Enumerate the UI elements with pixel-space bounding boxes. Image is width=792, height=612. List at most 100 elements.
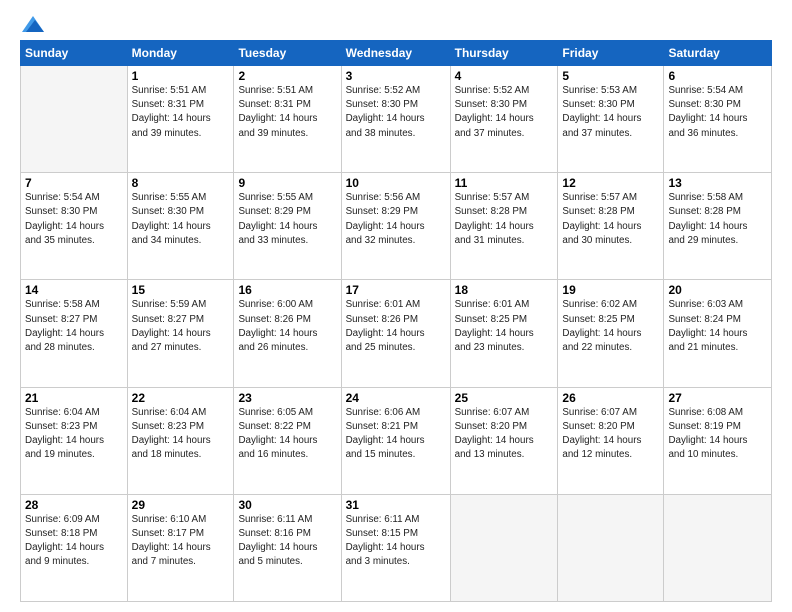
calendar-cell: 3Sunrise: 5:52 AMSunset: 8:30 PMDaylight… <box>341 66 450 173</box>
day-info: Sunrise: 6:03 AMSunset: 8:24 PMDaylight:… <box>668 298 767 355</box>
calendar-cell: 21Sunrise: 6:04 AMSunset: 8:23 PMDayligh… <box>21 387 128 494</box>
calendar-cell: 2Sunrise: 5:51 AMSunset: 8:31 PMDaylight… <box>234 66 341 173</box>
day-number: 13 <box>668 176 767 190</box>
calendar-cell: 10Sunrise: 5:56 AMSunset: 8:29 PMDayligh… <box>341 173 450 280</box>
day-number: 3 <box>346 69 446 83</box>
calendar-cell: 23Sunrise: 6:05 AMSunset: 8:22 PMDayligh… <box>234 387 341 494</box>
day-info: Sunrise: 6:01 AMSunset: 8:26 PMDaylight:… <box>346 298 446 355</box>
day-number: 6 <box>668 69 767 83</box>
day-number: 14 <box>25 283 123 297</box>
day-of-week-header: Friday <box>558 41 664 66</box>
calendar-cell: 22Sunrise: 6:04 AMSunset: 8:23 PMDayligh… <box>127 387 234 494</box>
day-of-week-header: Thursday <box>450 41 558 66</box>
calendar-cell: 20Sunrise: 6:03 AMSunset: 8:24 PMDayligh… <box>664 280 772 387</box>
calendar-cell: 27Sunrise: 6:08 AMSunset: 8:19 PMDayligh… <box>664 387 772 494</box>
day-number: 29 <box>132 498 230 512</box>
calendar-cell <box>21 66 128 173</box>
calendar-cell: 1Sunrise: 5:51 AMSunset: 8:31 PMDaylight… <box>127 66 234 173</box>
header-row: SundayMondayTuesdayWednesdayThursdayFrid… <box>21 41 772 66</box>
day-number: 23 <box>238 391 336 405</box>
calendar-cell: 4Sunrise: 5:52 AMSunset: 8:30 PMDaylight… <box>450 66 558 173</box>
day-of-week-header: Saturday <box>664 41 772 66</box>
logo <box>20 16 46 32</box>
day-info: Sunrise: 6:11 AMSunset: 8:15 PMDaylight:… <box>346 513 446 570</box>
header <box>20 16 772 32</box>
calendar-cell: 28Sunrise: 6:09 AMSunset: 8:18 PMDayligh… <box>21 494 128 601</box>
calendar-cell: 30Sunrise: 6:11 AMSunset: 8:16 PMDayligh… <box>234 494 341 601</box>
calendar-cell: 9Sunrise: 5:55 AMSunset: 8:29 PMDaylight… <box>234 173 341 280</box>
day-number: 1 <box>132 69 230 83</box>
calendar-cell <box>664 494 772 601</box>
day-info: Sunrise: 6:10 AMSunset: 8:17 PMDaylight:… <box>132 513 230 570</box>
calendar-cell: 26Sunrise: 6:07 AMSunset: 8:20 PMDayligh… <box>558 387 664 494</box>
day-info: Sunrise: 5:58 AMSunset: 8:28 PMDaylight:… <box>668 191 767 248</box>
week-row: 21Sunrise: 6:04 AMSunset: 8:23 PMDayligh… <box>21 387 772 494</box>
day-info: Sunrise: 6:07 AMSunset: 8:20 PMDaylight:… <box>562 406 659 463</box>
day-info: Sunrise: 5:57 AMSunset: 8:28 PMDaylight:… <box>562 191 659 248</box>
logo-icon <box>22 16 44 32</box>
day-info: Sunrise: 6:11 AMSunset: 8:16 PMDaylight:… <box>238 513 336 570</box>
day-info: Sunrise: 5:55 AMSunset: 8:29 PMDaylight:… <box>238 191 336 248</box>
day-number: 22 <box>132 391 230 405</box>
day-info: Sunrise: 5:58 AMSunset: 8:27 PMDaylight:… <box>25 298 123 355</box>
calendar-cell: 12Sunrise: 5:57 AMSunset: 8:28 PMDayligh… <box>558 173 664 280</box>
day-info: Sunrise: 6:00 AMSunset: 8:26 PMDaylight:… <box>238 298 336 355</box>
day-number: 11 <box>455 176 554 190</box>
day-number: 20 <box>668 283 767 297</box>
day-number: 17 <box>346 283 446 297</box>
calendar-cell: 17Sunrise: 6:01 AMSunset: 8:26 PMDayligh… <box>341 280 450 387</box>
calendar-cell: 19Sunrise: 6:02 AMSunset: 8:25 PMDayligh… <box>558 280 664 387</box>
calendar-cell: 5Sunrise: 5:53 AMSunset: 8:30 PMDaylight… <box>558 66 664 173</box>
day-info: Sunrise: 6:07 AMSunset: 8:20 PMDaylight:… <box>455 406 554 463</box>
day-number: 15 <box>132 283 230 297</box>
day-info: Sunrise: 6:04 AMSunset: 8:23 PMDaylight:… <box>132 406 230 463</box>
day-number: 31 <box>346 498 446 512</box>
calendar-cell: 6Sunrise: 5:54 AMSunset: 8:30 PMDaylight… <box>664 66 772 173</box>
day-of-week-header: Wednesday <box>341 41 450 66</box>
day-info: Sunrise: 5:54 AMSunset: 8:30 PMDaylight:… <box>25 191 123 248</box>
day-info: Sunrise: 5:59 AMSunset: 8:27 PMDaylight:… <box>132 298 230 355</box>
day-number: 4 <box>455 69 554 83</box>
day-info: Sunrise: 5:52 AMSunset: 8:30 PMDaylight:… <box>455 84 554 141</box>
calendar-cell <box>558 494 664 601</box>
week-row: 1Sunrise: 5:51 AMSunset: 8:31 PMDaylight… <box>21 66 772 173</box>
day-info: Sunrise: 5:53 AMSunset: 8:30 PMDaylight:… <box>562 84 659 141</box>
day-number: 8 <box>132 176 230 190</box>
day-info: Sunrise: 6:06 AMSunset: 8:21 PMDaylight:… <box>346 406 446 463</box>
day-number: 26 <box>562 391 659 405</box>
day-of-week-header: Monday <box>127 41 234 66</box>
day-info: Sunrise: 6:02 AMSunset: 8:25 PMDaylight:… <box>562 298 659 355</box>
calendar-cell: 18Sunrise: 6:01 AMSunset: 8:25 PMDayligh… <box>450 280 558 387</box>
day-number: 16 <box>238 283 336 297</box>
day-number: 7 <box>25 176 123 190</box>
day-info: Sunrise: 6:08 AMSunset: 8:19 PMDaylight:… <box>668 406 767 463</box>
calendar-cell: 7Sunrise: 5:54 AMSunset: 8:30 PMDaylight… <box>21 173 128 280</box>
day-number: 24 <box>346 391 446 405</box>
calendar-cell: 16Sunrise: 6:00 AMSunset: 8:26 PMDayligh… <box>234 280 341 387</box>
week-row: 14Sunrise: 5:58 AMSunset: 8:27 PMDayligh… <box>21 280 772 387</box>
day-of-week-header: Tuesday <box>234 41 341 66</box>
calendar-cell: 31Sunrise: 6:11 AMSunset: 8:15 PMDayligh… <box>341 494 450 601</box>
calendar-cell: 29Sunrise: 6:10 AMSunset: 8:17 PMDayligh… <box>127 494 234 601</box>
calendar-table: SundayMondayTuesdayWednesdayThursdayFrid… <box>20 40 772 602</box>
day-info: Sunrise: 5:56 AMSunset: 8:29 PMDaylight:… <box>346 191 446 248</box>
day-info: Sunrise: 6:09 AMSunset: 8:18 PMDaylight:… <box>25 513 123 570</box>
day-number: 10 <box>346 176 446 190</box>
calendar-cell <box>450 494 558 601</box>
day-number: 19 <box>562 283 659 297</box>
day-number: 9 <box>238 176 336 190</box>
day-info: Sunrise: 5:52 AMSunset: 8:30 PMDaylight:… <box>346 84 446 141</box>
calendar-cell: 25Sunrise: 6:07 AMSunset: 8:20 PMDayligh… <box>450 387 558 494</box>
day-number: 18 <box>455 283 554 297</box>
day-number: 30 <box>238 498 336 512</box>
calendar-cell: 13Sunrise: 5:58 AMSunset: 8:28 PMDayligh… <box>664 173 772 280</box>
day-number: 2 <box>238 69 336 83</box>
calendar-cell: 11Sunrise: 5:57 AMSunset: 8:28 PMDayligh… <box>450 173 558 280</box>
day-number: 12 <box>562 176 659 190</box>
day-info: Sunrise: 5:55 AMSunset: 8:30 PMDaylight:… <box>132 191 230 248</box>
page: SundayMondayTuesdayWednesdayThursdayFrid… <box>0 0 792 612</box>
day-number: 25 <box>455 391 554 405</box>
day-of-week-header: Sunday <box>21 41 128 66</box>
calendar-cell: 24Sunrise: 6:06 AMSunset: 8:21 PMDayligh… <box>341 387 450 494</box>
day-info: Sunrise: 6:01 AMSunset: 8:25 PMDaylight:… <box>455 298 554 355</box>
